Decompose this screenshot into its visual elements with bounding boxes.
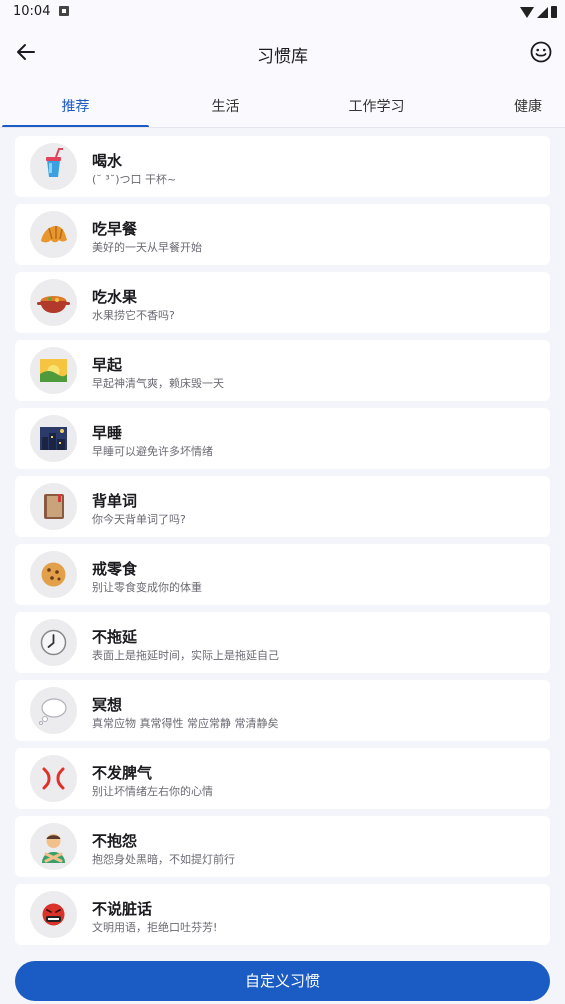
signal-icon [537, 6, 548, 18]
habit-card-no-temper[interactable]: 不发脾气 别让坏情绪左右你的心情 [15, 748, 550, 809]
status-icons [520, 5, 557, 19]
habit-card-meditation[interactable]: 冥想 真常应物 真常得性 常应常静 常清静矣 [15, 680, 550, 741]
habit-title: 不拖延 [92, 628, 138, 646]
habit-card-early-sleep[interactable]: 早睡 早睡可以避免许多坏情绪 [15, 408, 550, 469]
cup-with-straw-icon [30, 143, 77, 190]
status-bar: 10:04 [0, 0, 565, 24]
wifi-icon [520, 6, 534, 18]
smiley-icon [530, 41, 552, 63]
category-tabs: 推荐 生活 工作学习 健康 [0, 80, 565, 128]
pot-of-food-icon [30, 279, 77, 326]
habit-subtitle: 你今天背单词了吗? [92, 513, 186, 526]
anger-symbol-icon [30, 755, 77, 802]
habit-card-breakfast[interactable]: 吃早餐 美好的一天从早餐开始 [15, 204, 550, 265]
tab-divider [0, 127, 565, 128]
habit-subtitle: 美好的一天从早餐开始 [92, 241, 202, 254]
habit-card-vocabulary[interactable]: 背单词 你今天背单词了吗? [15, 476, 550, 537]
clock-icon [30, 619, 77, 666]
notebook-icon [30, 483, 77, 530]
tab-recommended[interactable]: 推荐 [2, 96, 149, 116]
habit-title: 喝水 [92, 152, 123, 170]
habit-title: 吃水果 [92, 288, 138, 306]
page-title: 习惯库 [257, 47, 308, 67]
habit-title: 不抱怨 [92, 832, 138, 850]
croissant-icon [30, 211, 77, 258]
app-bar: 习惯库 [0, 24, 565, 80]
habit-subtitle: (˘ ³˘)つ口 干杯~ [92, 173, 177, 186]
habit-subtitle: 真常应物 真常得性 常应常静 常清静矣 [92, 717, 279, 730]
habit-card-no-swearing[interactable]: 不说脏话 文明用语，拒绝口吐芬芳! [15, 884, 550, 945]
habit-subtitle: 早睡可以避免许多坏情绪 [92, 445, 213, 458]
person-gesturing-no-icon [30, 823, 77, 870]
face-with-symbols-icon [30, 891, 77, 938]
habit-subtitle: 水果捞它不香吗? [92, 309, 175, 322]
habit-card-no-snacks[interactable]: 戒零食 别让零食变成你的体重 [15, 544, 550, 605]
habit-subtitle: 早起神清气爽，赖床毁一天 [92, 377, 224, 390]
custom-habit-button[interactable]: 自定义习惯 [15, 961, 550, 1001]
habit-subtitle: 别让零食变成你的体重 [92, 581, 202, 594]
habit-subtitle: 别让坏情绪左右你的心情 [92, 785, 213, 798]
sim-icon [59, 6, 69, 16]
habit-title: 早睡 [92, 424, 123, 442]
tab-health[interactable]: 健康 [508, 96, 548, 116]
habit-title: 不说脏话 [92, 900, 153, 918]
mood-button[interactable] [529, 40, 553, 64]
habit-subtitle: 表面上是拖延时间，实际上是拖延自己 [92, 649, 279, 662]
habit-subtitle: 抱怨身处黑暗，不如提灯前行 [92, 853, 235, 866]
status-time: 10:04 [13, 4, 51, 19]
cookie-icon [30, 551, 77, 598]
habit-title: 冥想 [92, 696, 123, 714]
habit-title: 早起 [92, 356, 123, 374]
habit-title: 戒零食 [92, 560, 138, 578]
habit-card-early-rise[interactable]: 早起 早起神清气爽，赖床毁一天 [15, 340, 550, 401]
habit-title: 不发脾气 [92, 764, 153, 782]
habit-title: 背单词 [92, 492, 138, 510]
habit-card-drink-water[interactable]: 喝水 (˘ ³˘)つ口 干杯~ [15, 136, 550, 197]
habit-subtitle: 文明用语，拒绝口吐芬芳! [92, 921, 218, 934]
thought-balloon-icon [30, 687, 77, 734]
night-city-icon [30, 415, 77, 462]
habit-card-fruit[interactable]: 吃水果 水果捞它不香吗? [15, 272, 550, 333]
tab-work-study[interactable]: 工作学习 [303, 96, 450, 116]
habit-card-no-complaining[interactable]: 不抱怨 抱怨身处黑暗，不如提灯前行 [15, 816, 550, 877]
habit-title: 吃早餐 [92, 220, 138, 238]
habit-card-no-procrastination[interactable]: 不拖延 表面上是拖延时间，实际上是拖延自己 [15, 612, 550, 673]
sunrise-icon [30, 347, 77, 394]
tab-life[interactable]: 生活 [152, 96, 299, 116]
battery-icon [551, 6, 557, 18]
